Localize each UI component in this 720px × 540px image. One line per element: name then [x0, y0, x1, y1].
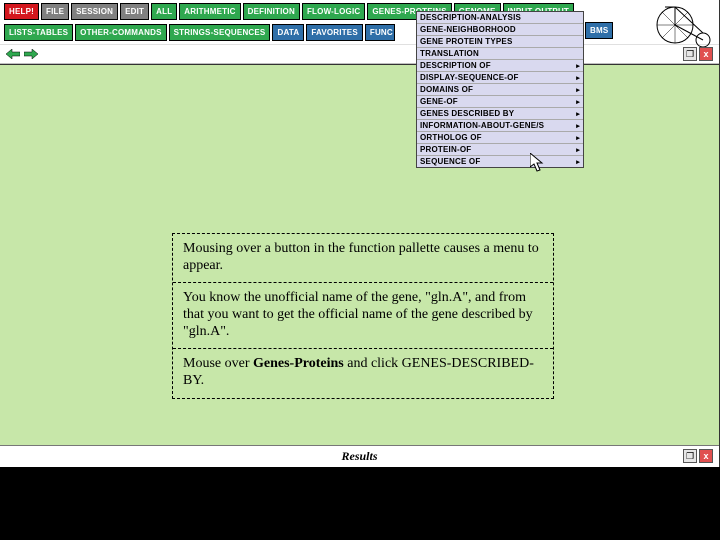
- tip-paragraph-3: Mouse over Genes-Proteins and click GENE…: [173, 349, 553, 397]
- tip-paragraph-1: Mousing over a button in the function pa…: [173, 234, 553, 283]
- favorites-button[interactable]: FAVORITES: [306, 24, 363, 41]
- edit-button[interactable]: EDIT: [120, 3, 149, 20]
- file-button[interactable]: FILE: [41, 3, 69, 20]
- genes-proteins-dropdown: DESCRIPTION-ANALYSIS GENE-NEIGHBORHOOD G…: [416, 11, 584, 168]
- dd-domains-of[interactable]: DOMAINS OF▸: [417, 84, 583, 96]
- hidden-tail-button[interactable]: BMS: [585, 22, 613, 39]
- session-button[interactable]: SESSION: [71, 3, 118, 20]
- dd-gene-protein-types[interactable]: GENE PROTEIN TYPES: [417, 36, 583, 48]
- workspace-panel: DESCRIPTION-ANALYSIS GENE-NEIGHBORHOOD G…: [0, 64, 719, 445]
- tip-paragraph-2: You know the unofficial name of the gene…: [173, 283, 553, 349]
- arithmetic-button[interactable]: ARITHMETIC: [179, 3, 240, 20]
- other-commands-button[interactable]: OTHER-COMMANDS: [75, 24, 166, 41]
- close-window-button[interactable]: x: [699, 47, 713, 61]
- dd-protein-of[interactable]: PROTEIN-OF▸: [417, 144, 583, 156]
- help-button[interactable]: HELP!: [4, 3, 39, 20]
- instruction-box: Mousing over a button in the function pa…: [172, 233, 554, 399]
- dd-sequence-of[interactable]: SEQUENCE OF▸: [417, 156, 583, 167]
- lists-tables-button[interactable]: LISTS-TABLES: [4, 24, 73, 41]
- strings-sequences-button[interactable]: STRINGS-SEQUENCES: [169, 24, 271, 41]
- dd-gene-of[interactable]: GENE-OF▸: [417, 96, 583, 108]
- dd-translation[interactable]: TRANSLATION: [417, 48, 583, 60]
- dd-information-about-genes[interactable]: INFORMATION-ABOUT-GENE/S▸: [417, 120, 583, 132]
- flow-logic-button[interactable]: FLOW-LOGIC: [302, 3, 365, 20]
- all-button[interactable]: ALL: [151, 3, 177, 20]
- back-arrow-icon[interactable]: [6, 49, 20, 59]
- forward-arrow-icon[interactable]: [24, 49, 38, 59]
- restore-window-button[interactable]: ❐: [683, 47, 697, 61]
- results-bar: Results ❐ x: [0, 445, 719, 467]
- dd-description-analysis[interactable]: DESCRIPTION-ANALYSIS: [417, 12, 583, 24]
- nav-row: ❐ x: [0, 45, 719, 64]
- dd-display-sequence-of[interactable]: DISPLAY-SEQUENCE-OF▸: [417, 72, 583, 84]
- dd-genes-described-by[interactable]: GENES DESCRIBED BY▸: [417, 108, 583, 120]
- results-title: Results: [341, 449, 377, 464]
- data-button[interactable]: DATA: [272, 24, 304, 41]
- dd-ortholog-of[interactable]: ORTHOLOG OF▸: [417, 132, 583, 144]
- toolbar: HELP! FILE SESSION EDIT ALL ARITHMETIC D…: [0, 0, 719, 45]
- dd-gene-neighborhood[interactable]: GENE-NEIGHBORHOOD: [417, 24, 583, 36]
- definition-button[interactable]: DEFINITION: [243, 3, 300, 20]
- mouse-cursor-icon: [530, 153, 546, 173]
- bicycle-logo: [655, 0, 715, 50]
- dd-description-of[interactable]: DESCRIPTION OF▸: [417, 60, 583, 72]
- results-close-button[interactable]: x: [699, 449, 713, 463]
- functions-button-partial[interactable]: FUNC: [365, 24, 395, 41]
- results-restore-button[interactable]: ❐: [683, 449, 697, 463]
